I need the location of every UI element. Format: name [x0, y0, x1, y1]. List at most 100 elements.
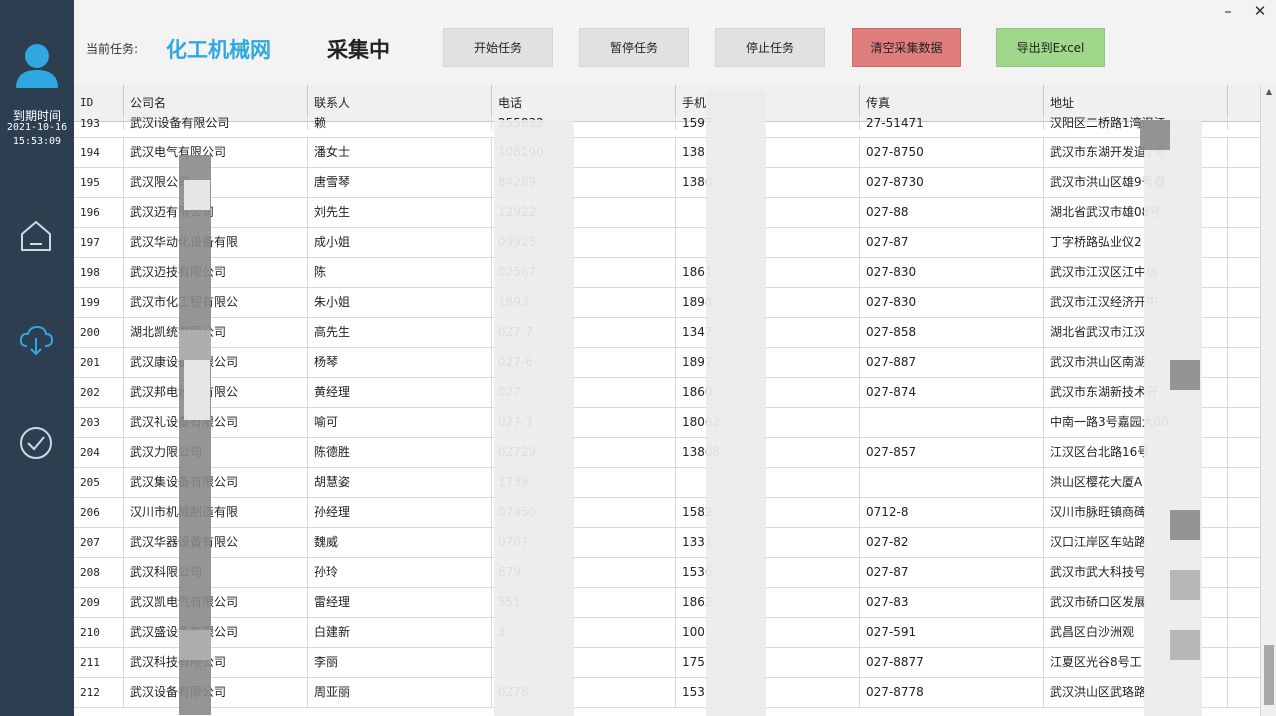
cell-mobile[interactable]	[676, 468, 860, 497]
cell-contact[interactable]: 陈德胜	[308, 438, 492, 467]
cell-contact[interactable]: 赖	[308, 116, 492, 130]
cell-fax[interactable]: 0712-8	[860, 498, 1044, 527]
minimize-button[interactable]: –	[1220, 2, 1236, 20]
table-row[interactable]: 202武汉邦电设备有限公黄经理0271860027-874武汉市东湖新技术开	[74, 378, 1260, 408]
cell-mobile[interactable]: 1347	[676, 318, 860, 347]
cell-company[interactable]: 武汉设备有限公司	[124, 678, 308, 707]
cell-contact[interactable]: 陈	[308, 258, 492, 287]
cell-contact[interactable]: 黄经理	[308, 378, 492, 407]
cell-fax[interactable]: 027-591	[860, 618, 1044, 647]
cell-contact[interactable]: 魏威	[308, 528, 492, 557]
stop-task-button[interactable]: 停止任务	[715, 28, 825, 67]
vertical-scrollbar[interactable]: ▲	[1260, 85, 1276, 716]
cell-fax[interactable]: 027-830	[860, 258, 1044, 287]
cell-fax[interactable]: 027-858	[860, 318, 1044, 347]
cell-mobile[interactable]: 1380	[676, 168, 860, 197]
check-circle-icon[interactable]	[18, 425, 54, 461]
cell-fax[interactable]	[860, 468, 1044, 497]
cell-id[interactable]: 210	[74, 618, 124, 647]
cell-id[interactable]: 197	[74, 228, 124, 257]
cell-mobile[interactable]: 138	[676, 138, 860, 167]
cell-contact[interactable]: 刘先生	[308, 198, 492, 227]
table-row[interactable]: 193武汉i设备有限公司赖255832159727-51471汉阳区二桥路1湾汉…	[74, 116, 1260, 138]
cell-id[interactable]: 203	[74, 408, 124, 437]
cell-id[interactable]: 196	[74, 198, 124, 227]
cell-company[interactable]: 武汉限公司	[124, 168, 308, 197]
table-row[interactable]: 198武汉迈技有限公司陈025671861027-830武汉市江汉区江中信	[74, 258, 1260, 288]
cell-mobile[interactable]: 18062	[676, 408, 860, 437]
cell-company[interactable]: 武汉凯电气有限公司	[124, 588, 308, 617]
home-icon[interactable]	[18, 218, 54, 254]
cell-fax[interactable]: 027-8778	[860, 678, 1044, 707]
cell-id[interactable]: 212	[74, 678, 124, 707]
cell-contact[interactable]: 唐雪琴	[308, 168, 492, 197]
table-row[interactable]: 209武汉凯电气有限公司雷经理5511862027-83武汉市硚口区发展	[74, 588, 1260, 618]
cloud-download-icon[interactable]	[18, 322, 54, 358]
cell-mobile[interactable]: 1897	[676, 348, 860, 377]
pause-task-button[interactable]: 暂停任务	[579, 28, 689, 67]
table-row[interactable]: 205武汉集设备有限公司胡慧姿1739洪山区樱花大厦A	[74, 468, 1260, 498]
table-row[interactable]: 196武汉迈有限公司刘先生12922027-88湖北省武汉市雄08号	[74, 198, 1260, 228]
data-grid[interactable]: ID 公司名 联系人 电话 手机 传真 地址 193武汉i设备有限公司赖2558…	[74, 85, 1260, 716]
cell-contact[interactable]: 喻可	[308, 408, 492, 437]
cell-id[interactable]: 199	[74, 288, 124, 317]
cell-company[interactable]: 武汉力限公司	[124, 438, 308, 467]
cell-fax[interactable]: 027-83	[860, 588, 1044, 617]
cell-id[interactable]: 200	[74, 318, 124, 347]
cell-company[interactable]: 武汉华器设备有限公	[124, 528, 308, 557]
cell-id[interactable]: 206	[74, 498, 124, 527]
scroll-up-arrow-icon[interactable]: ▲	[1261, 85, 1276, 99]
cell-mobile[interactable]: 100	[676, 618, 860, 647]
cell-company[interactable]: 武汉集设备有限公司	[124, 468, 308, 497]
table-row[interactable]: 203武汉礼设备有限公司喻可027-318062中南一路3号嘉园大00	[74, 408, 1260, 438]
cell-mobile[interactable]: 1861	[676, 258, 860, 287]
cell-contact[interactable]: 杨琴	[308, 348, 492, 377]
cell-company[interactable]: 武汉i设备有限公司	[124, 116, 308, 130]
cell-fax[interactable]: 027-8750	[860, 138, 1044, 167]
cell-fax[interactable]: 027-8877	[860, 648, 1044, 677]
cell-mobile[interactable]	[676, 198, 860, 227]
cell-id[interactable]: 198	[74, 258, 124, 287]
cell-mobile[interactable]: 1862	[676, 588, 860, 617]
clear-data-button[interactable]: 清空采集数据	[852, 28, 961, 67]
export-excel-button[interactable]: 导出到Excel	[996, 28, 1105, 67]
cell-contact[interactable]: 朱小姐	[308, 288, 492, 317]
cell-company[interactable]: 武汉康设备有限公司	[124, 348, 308, 377]
cell-company[interactable]: 武汉电气有限公司	[124, 138, 308, 167]
cell-contact[interactable]: 白建新	[308, 618, 492, 647]
cell-company[interactable]: 武汉市化工程有限公	[124, 288, 308, 317]
cell-mobile[interactable]	[676, 228, 860, 257]
cell-fax[interactable]: 027-87	[860, 228, 1044, 257]
cell-mobile[interactable]: 1331	[676, 528, 860, 557]
cell-contact[interactable]: 潘女士	[308, 138, 492, 167]
cell-fax[interactable]: 027-887	[860, 348, 1044, 377]
cell-company[interactable]: 武汉邦电设备有限公	[124, 378, 308, 407]
scroll-thumb[interactable]	[1264, 645, 1274, 705]
cell-mobile[interactable]: 1860	[676, 378, 860, 407]
cell-company[interactable]: 武汉科技有限公司	[124, 648, 308, 677]
cell-contact[interactable]: 高先生	[308, 318, 492, 347]
cell-contact[interactable]: 胡慧姿	[308, 468, 492, 497]
cell-company[interactable]: 武汉迈技有限公司	[124, 258, 308, 287]
cell-mobile[interactable]: 1536	[676, 558, 860, 587]
cell-id[interactable]: 211	[74, 648, 124, 677]
cell-contact[interactable]: 雷经理	[308, 588, 492, 617]
table-row[interactable]: 211 武汉科技有限公司 李丽 175 027-8877 江夏区光谷8号工	[74, 648, 1260, 678]
cell-fax[interactable]: 027-87	[860, 558, 1044, 587]
cell-fax[interactable]	[860, 408, 1044, 437]
cell-mobile[interactable]: 13808	[676, 438, 860, 467]
table-row[interactable]: 201武汉康设备有限公司杨琴027-61897027-887武汉市洪山区南湖	[74, 348, 1260, 378]
start-task-button[interactable]: 开始任务	[443, 28, 553, 67]
table-row[interactable]: 204武汉力限公司陈德胜0272913808027-857江汉区台北路16号	[74, 438, 1260, 468]
cell-fax[interactable]: 027-857	[860, 438, 1044, 467]
cell-id[interactable]: 195	[74, 168, 124, 197]
table-row[interactable]: 195武汉限公司唐雪琴842891380027-8730武汉市洪山区雄9号春	[74, 168, 1260, 198]
cell-fax[interactable]: 027-8730	[860, 168, 1044, 197]
cell-contact[interactable]: 孙玲	[308, 558, 492, 587]
cell-company[interactable]: 武汉科限公司	[124, 558, 308, 587]
cell-mobile[interactable]: 1898	[676, 288, 860, 317]
cell-company[interactable]: 湖北凯统有限公司	[124, 318, 308, 347]
cell-id[interactable]: 202	[74, 378, 124, 407]
cell-fax[interactable]: 027-874	[860, 378, 1044, 407]
cell-company[interactable]: 武汉迈有限公司	[124, 198, 308, 227]
